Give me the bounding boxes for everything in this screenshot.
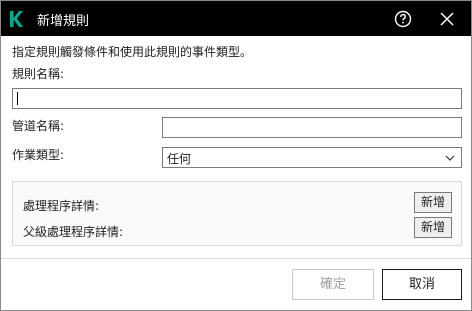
instruction-text: 指定規則觸發條件和使用此規則的事件類型。 [12, 45, 253, 59]
pipe-name-label: 管道名稱: [12, 119, 65, 133]
kaspersky-logo-icon [10, 11, 23, 27]
add-rule-dialog: 新增規則 指定規則觸發條件和使用此規則的事件類型。 規則名稱: 管道名稱: 作業… [0, 0, 472, 311]
title-bar: 新增規則 [1, 1, 471, 36]
cancel-button[interactable]: 取消 [382, 269, 462, 300]
ok-button[interactable]: 確定 [292, 269, 374, 300]
add-parent-process-details-button[interactable]: 新增 [414, 217, 452, 238]
add-process-details-button[interactable]: 新增 [414, 192, 452, 213]
rule-name-label: 規則名稱: [12, 67, 65, 81]
dialog-title: 新增規則 [37, 14, 90, 29]
operation-type-select[interactable]: 任何 [162, 147, 462, 168]
rule-name-input[interactable] [12, 88, 462, 109]
operation-type-label: 作業類型: [12, 148, 65, 162]
process-details-label: 處理程序詳情: [23, 199, 100, 213]
footer-divider [1, 258, 471, 259]
text-caret [17, 92, 18, 105]
process-details-group: 處理程序詳情: 新增 父級處理程序詳情: 新增 [12, 181, 462, 246]
operation-type-value: 任何 [167, 152, 192, 166]
parent-process-details-label: 父級處理程序詳情: [23, 225, 124, 239]
chevron-down-icon [445, 155, 455, 161]
help-icon[interactable] [393, 9, 413, 29]
close-icon[interactable] [437, 9, 457, 29]
pipe-name-input[interactable] [162, 117, 462, 138]
